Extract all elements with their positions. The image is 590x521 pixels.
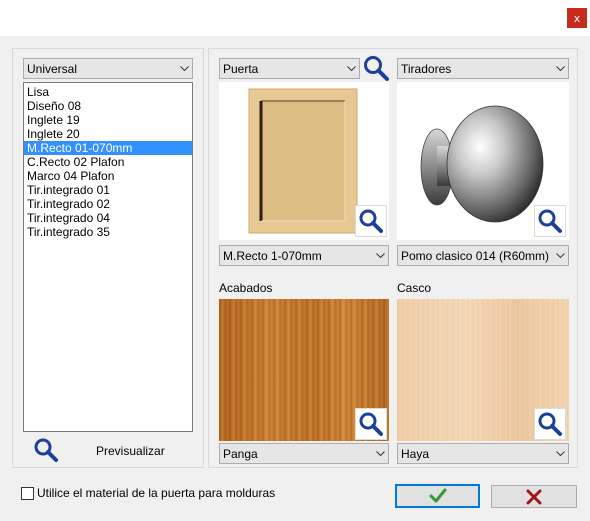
list-item[interactable]: Inglete 19 bbox=[24, 113, 192, 127]
handles-combo-value: Tiradores bbox=[401, 61, 452, 76]
chevron-down-icon bbox=[552, 444, 568, 463]
magnifier-icon bbox=[364, 56, 389, 81]
close-icon: x bbox=[573, 11, 581, 25]
list-item[interactable]: Tir.integrado 01 bbox=[24, 183, 192, 197]
list-item[interactable]: Marco 04 Plafon bbox=[24, 169, 192, 183]
moldings-checkbox-label: Utilice el material de la puerta para mo… bbox=[37, 486, 276, 500]
close-button[interactable]: x bbox=[567, 8, 587, 28]
moldings-checkbox[interactable] bbox=[21, 487, 34, 500]
handle-model-combo[interactable]: Pomo clasico 014 (R60mm) bbox=[397, 245, 569, 266]
cross-icon bbox=[526, 489, 542, 504]
list-item[interactable]: Tir.integrado 02 bbox=[24, 197, 192, 211]
finishes-zoom-button[interactable] bbox=[355, 408, 387, 440]
list-item[interactable]: Lisa bbox=[24, 85, 192, 99]
door-zoom-button[interactable] bbox=[355, 205, 387, 237]
list-item[interactable]: Tir.integrado 04 bbox=[24, 211, 192, 225]
door-search-button[interactable] bbox=[362, 54, 390, 82]
ok-button[interactable] bbox=[395, 484, 480, 508]
chevron-down-icon bbox=[552, 246, 568, 265]
handles-combo[interactable]: Tiradores bbox=[397, 58, 569, 79]
cancel-button[interactable] bbox=[491, 485, 577, 508]
carcass-combo-value: Haya bbox=[401, 446, 430, 461]
category-combo[interactable]: Universal bbox=[23, 58, 193, 79]
magnifier-icon bbox=[538, 209, 562, 233]
finishes-combo[interactable]: Panga bbox=[219, 443, 389, 464]
door-model-combo[interactable]: M.Recto 1-070mm bbox=[219, 245, 389, 266]
checkmark-icon bbox=[429, 488, 446, 503]
handle-zoom-button[interactable] bbox=[534, 205, 566, 237]
chevron-down-icon bbox=[372, 246, 388, 265]
door-model-list[interactable]: Lisa Diseño 08 Inglete 19 Inglete 20 M.Recto… bbox=[23, 82, 193, 432]
preview-label: Previsualizar bbox=[96, 444, 165, 458]
carcass-zoom-button[interactable] bbox=[534, 408, 566, 440]
chevron-down-icon bbox=[343, 59, 359, 78]
door-type-combo[interactable]: Puerta bbox=[219, 58, 360, 79]
magnifier-icon bbox=[34, 438, 58, 462]
door-model-combo-value: M.Recto 1-070mm bbox=[223, 248, 322, 263]
chevron-down-icon bbox=[552, 59, 568, 78]
handle-model-combo-value: Pomo clasico 014 (R60mm) bbox=[401, 248, 550, 263]
preview-button[interactable] bbox=[30, 434, 62, 466]
chevron-down-icon bbox=[372, 444, 388, 463]
magnifier-icon bbox=[359, 209, 383, 233]
chevron-down-icon bbox=[176, 59, 192, 78]
magnifier-icon bbox=[538, 412, 562, 436]
list-item[interactable]: Inglete 20 bbox=[24, 127, 192, 141]
list-item[interactable]: Diseño 08 bbox=[24, 99, 192, 113]
list-item[interactable]: M.Recto 01-070mm bbox=[24, 141, 192, 155]
category-combo-value: Universal bbox=[27, 61, 78, 76]
door-type-combo-value: Puerta bbox=[223, 61, 259, 76]
list-item[interactable]: C.Recto 02 Plafon bbox=[24, 155, 192, 169]
carcass-label: Casco bbox=[397, 281, 432, 295]
list-item[interactable]: Tir.integrado 35 bbox=[24, 225, 192, 239]
finishes-combo-value: Panga bbox=[223, 446, 258, 461]
magnifier-icon bbox=[359, 412, 383, 436]
carcass-combo[interactable]: Haya bbox=[397, 443, 569, 464]
finishes-label: Acabados bbox=[219, 281, 273, 295]
